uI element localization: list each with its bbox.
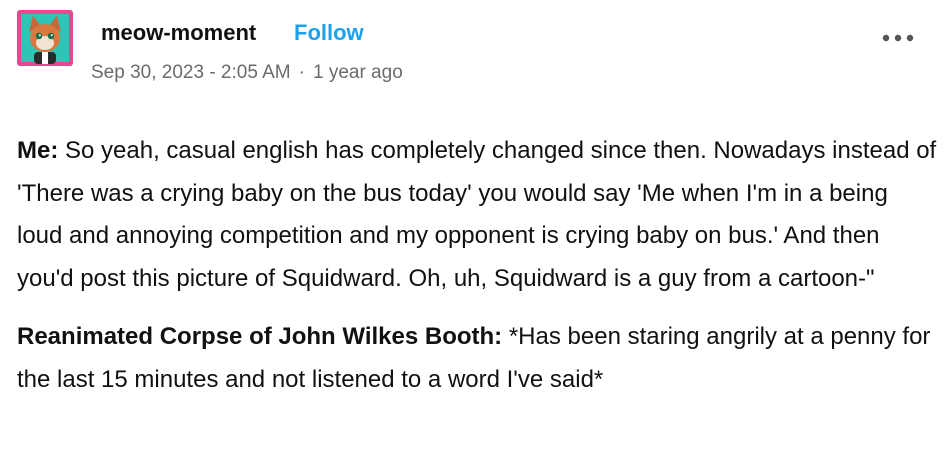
more-options-button[interactable] [880,28,920,48]
blog-name-link[interactable]: meow-moment [101,20,256,46]
follow-button[interactable]: Follow [294,20,364,46]
speaker-label: Reanimated Corpse of John Wilkes Booth: [17,323,503,350]
tumblr-post: meow-moment Follow Sep 30, 2023 - 2:05 A… [0,0,948,466]
post-paragraph: Reanimated Corpse of John Wilkes Booth: … [17,316,937,401]
post-date-link[interactable]: Sep 30, 2023 - 2:05 AM [91,62,291,83]
speaker-label: Me: [17,137,59,164]
meta-separator: · [298,62,305,83]
paragraph-text: So yeah, casual english has completely c… [17,137,937,292]
ellipsis-icon [882,34,914,42]
relative-time: 1 year ago [312,62,403,83]
post-meta: Sep 30, 2023 - 2:05 AM · 1 year ago [91,62,403,84]
post-paragraph: Me: So yeah, casual english has complete… [17,130,937,300]
blog-avatar[interactable] [17,10,73,66]
post-body: Me: So yeah, casual english has complete… [17,130,937,401]
avatar-image [17,10,73,66]
